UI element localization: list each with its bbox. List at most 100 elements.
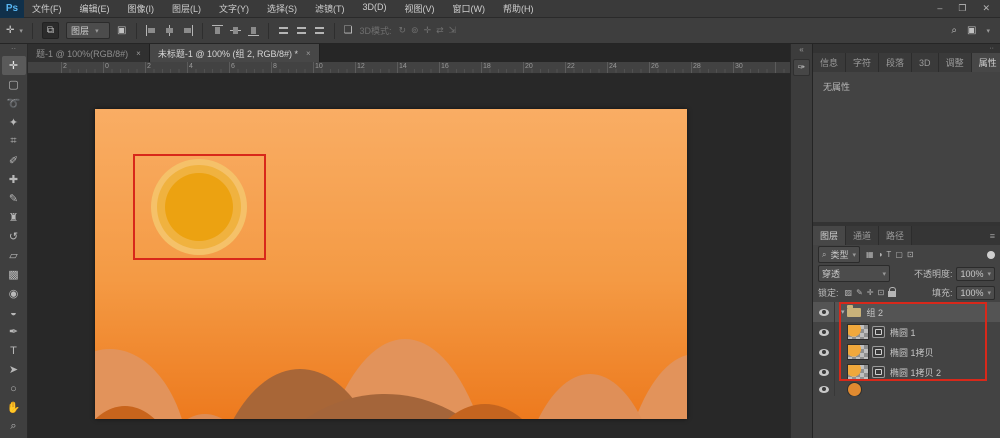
close-button[interactable]: ✕ xyxy=(982,3,990,14)
expand-panels-icon[interactable]: « xyxy=(799,44,803,56)
healing-brush-tool[interactable]: ✚ xyxy=(2,170,26,189)
align-left-edges-icon[interactable] xyxy=(146,25,157,36)
align-top-edges-icon[interactable] xyxy=(212,25,223,36)
panel-tab[interactable]: 属性 xyxy=(972,53,1000,72)
layer-filter-icon[interactable]: T xyxy=(886,250,891,259)
3d-mode-icon[interactable]: ⇄ xyxy=(436,25,444,36)
filter-toggle-icon[interactable] xyxy=(987,251,995,259)
lock-option-icon[interactable]: ✛ xyxy=(867,288,874,297)
auto-select-toggle[interactable]: ⧉ xyxy=(42,22,59,39)
distribute-centers-icon[interactable] xyxy=(314,25,325,36)
eye-cell[interactable] xyxy=(813,362,835,382)
quick-select-tool[interactable]: ✦ xyxy=(2,113,26,132)
layer-row-partial[interactable] xyxy=(813,382,1000,396)
menu-item[interactable]: 编辑(E) xyxy=(80,2,110,15)
collapse-to-icons-icon[interactable]: ·· xyxy=(989,45,994,52)
arrange-layers-icon[interactable]: ❏ xyxy=(344,25,353,36)
layer-filter-icon[interactable]: ▦ xyxy=(866,250,874,259)
filter-type-dropdown[interactable]: ⌕ 类型 ▾ xyxy=(818,246,860,263)
minimize-button[interactable]: – xyxy=(937,3,942,14)
panel-tab[interactable]: 信息 xyxy=(813,53,846,72)
panel-tab[interactable]: 通道 xyxy=(846,226,879,245)
eraser-tool[interactable]: ▱ xyxy=(2,246,26,265)
document-tab[interactable]: 未标题-1 @ 100% (组 2, RGB/8#) * × xyxy=(150,44,320,62)
panel-tab[interactable]: 调整 xyxy=(939,53,972,72)
eye-cell[interactable] xyxy=(813,342,835,362)
layer-filter-icon[interactable]: ⊡ xyxy=(907,250,914,259)
canvas[interactable] xyxy=(95,109,687,419)
menu-item[interactable]: 滤镜(T) xyxy=(315,2,345,15)
align-bottom-edges-icon[interactable] xyxy=(248,25,259,36)
layer-filter-icon[interactable]: ▢ xyxy=(895,250,903,259)
fill-dropdown[interactable]: 100% ▾ xyxy=(956,286,995,300)
menu-item[interactable]: 图层(L) xyxy=(172,2,201,15)
lasso-tool[interactable]: ➰ xyxy=(2,94,26,113)
align-right-edges-icon[interactable] xyxy=(182,25,193,36)
panel-tab[interactable]: 段落 xyxy=(879,53,912,72)
canvas-workspace[interactable] xyxy=(28,74,790,438)
zoom-tool[interactable]: ⌕ xyxy=(2,417,26,436)
align-vertical-centers-icon[interactable] xyxy=(230,25,241,36)
gradient-tool[interactable]: ▩ xyxy=(2,265,26,284)
toolbar-grip[interactable]: ·· xyxy=(11,44,16,56)
layer-filter-icon[interactable]: ◑ xyxy=(878,250,883,259)
panel-tab-label: 调整 xyxy=(946,56,964,69)
marquee-tool[interactable]: ▢ xyxy=(2,75,26,94)
search-icon[interactable]: ⌕ xyxy=(951,25,957,36)
close-icon[interactable]: × xyxy=(136,49,141,58)
workspace-switcher-icon[interactable]: ▣ xyxy=(967,25,976,36)
panel-tab[interactable]: 图层 xyxy=(813,226,846,245)
opacity-dropdown[interactable]: 100% ▾ xyxy=(956,267,995,281)
path-selection-tool[interactable]: ➤ xyxy=(2,360,26,379)
type-tool[interactable]: T xyxy=(2,341,26,360)
eye-cell[interactable] xyxy=(813,382,835,396)
brush-tool[interactable]: ✎ xyxy=(2,189,26,208)
brush-panel-icon[interactable]: ✑ xyxy=(793,59,810,76)
menu-item[interactable]: 视图(V) xyxy=(405,2,435,15)
clone-stamp-tool[interactable]: ♜ xyxy=(2,208,26,227)
3d-mode-icon[interactable]: ⊚ xyxy=(411,25,419,36)
3d-mode-icon[interactable]: ⇲ xyxy=(449,25,457,36)
distribute-horizontal-icon[interactable] xyxy=(296,25,307,36)
crop-tool[interactable]: ⌗ xyxy=(2,132,26,151)
menu-item[interactable]: 帮助(H) xyxy=(503,2,534,15)
panel-tab[interactable]: 字符 xyxy=(846,53,879,72)
pen-tool[interactable]: ✒ xyxy=(2,322,26,341)
eye-cell[interactable] xyxy=(813,322,835,342)
menu-item[interactable]: 图像(I) xyxy=(128,2,155,15)
align-horizontal-centers-icon[interactable] xyxy=(164,25,175,36)
blend-mode-dropdown[interactable]: 穿透 ▾ xyxy=(818,265,890,282)
search-icon: ⌕ xyxy=(822,250,826,260)
tool-preset[interactable]: ✛ ▾ xyxy=(6,25,23,36)
distribute-vertical-icon[interactable] xyxy=(278,25,289,36)
blur-tool[interactable]: ◉ xyxy=(2,284,26,303)
3d-mode-icon[interactable]: ✛ xyxy=(424,25,432,36)
ellipse-tool[interactable]: ○ xyxy=(2,379,26,398)
lock-option-icon[interactable]: ⊡ xyxy=(877,288,884,297)
document-tab[interactable]: 题-1 @ 100%(RGB/8#) × xyxy=(28,44,150,62)
transform-controls-icon[interactable]: ▣ xyxy=(117,25,126,36)
menu-item[interactable]: 窗口(W) xyxy=(453,2,486,15)
panel-tab[interactable]: 路径 xyxy=(879,226,912,245)
lock-option-icon[interactable]: ✎ xyxy=(856,288,863,297)
eye-cell[interactable] xyxy=(813,302,835,322)
ruler-number: 18 xyxy=(481,62,523,73)
history-brush-tool[interactable]: ↺ xyxy=(2,227,26,246)
menu-item[interactable]: 文字(Y) xyxy=(219,2,249,15)
3d-mode-icon[interactable]: ↻ xyxy=(398,25,406,36)
menu-item[interactable]: 选择(S) xyxy=(267,2,297,15)
menu-item[interactable]: 文件(F) xyxy=(32,2,62,15)
auto-select-target-dropdown[interactable]: 图层 ▾ xyxy=(66,22,110,39)
hand-tool[interactable]: ✋ xyxy=(2,398,26,417)
lock-all-icon[interactable] xyxy=(888,291,896,297)
menu-item[interactable]: 3D(D) xyxy=(363,2,387,15)
layers-tab-bar: 图层 通道 路径 ≡ xyxy=(813,226,1000,245)
restore-button[interactable]: ❐ xyxy=(958,3,966,14)
eyedropper-tool[interactable]: ✐ xyxy=(2,151,26,170)
lock-option-icon[interactable]: ▨ xyxy=(845,288,853,297)
close-icon[interactable]: × xyxy=(306,49,311,58)
move-tool[interactable]: ✛ xyxy=(2,56,26,75)
panel-menu-icon[interactable]: ≡ xyxy=(990,226,1000,245)
panel-tab[interactable]: 3D xyxy=(912,53,939,72)
dodge-tool[interactable]: ◒ xyxy=(2,303,26,322)
